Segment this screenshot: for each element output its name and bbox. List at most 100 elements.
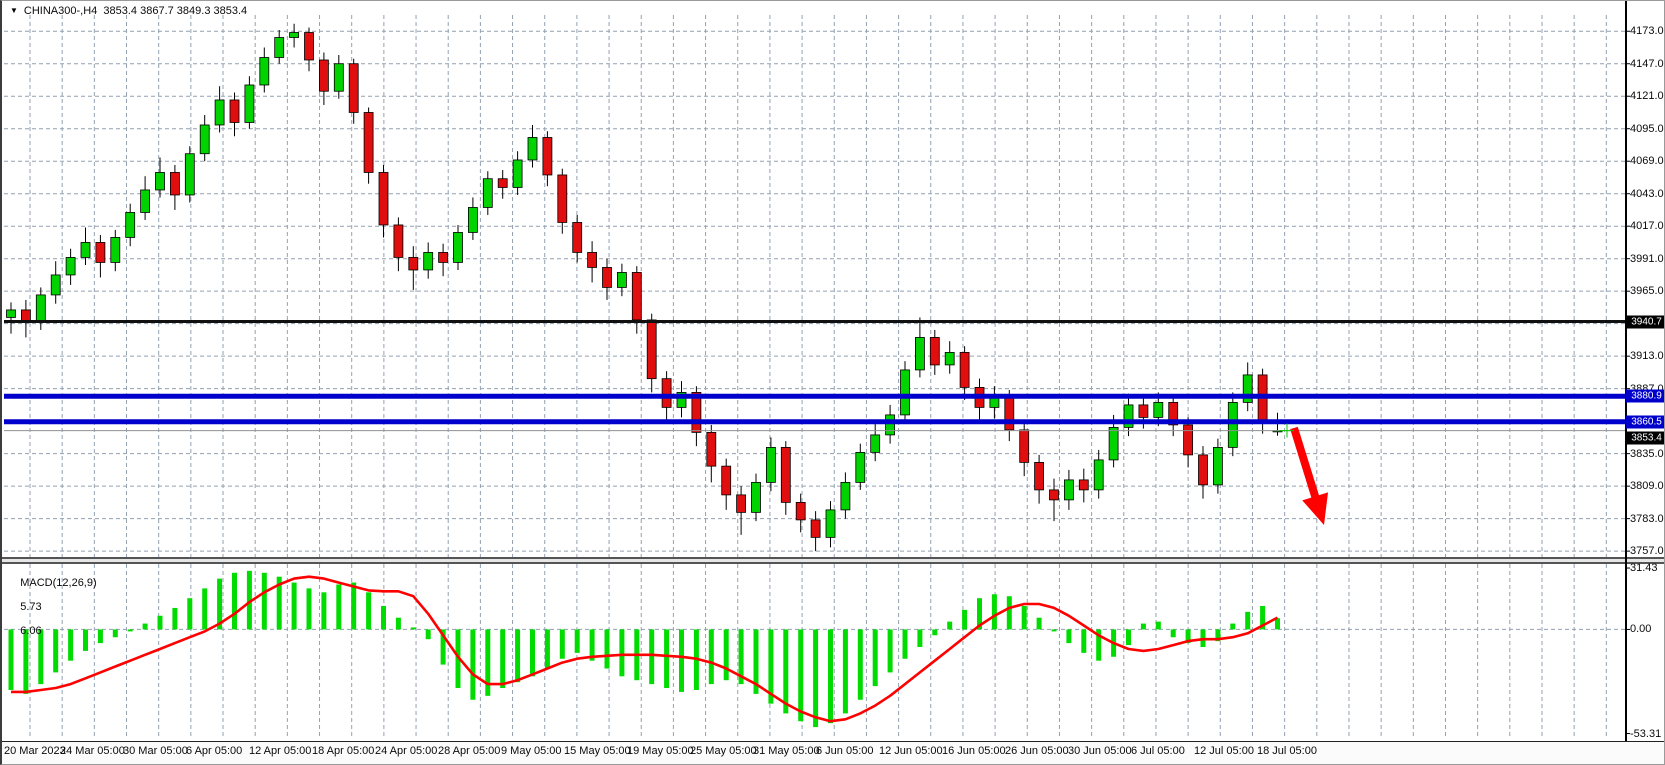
candle bbox=[185, 154, 194, 195]
macd-histogram-bar bbox=[1081, 629, 1086, 652]
macd-histogram-bar bbox=[858, 629, 863, 699]
candle bbox=[126, 212, 135, 237]
candle bbox=[36, 295, 45, 321]
time-axis-label: 12 Jun 05:00 bbox=[879, 745, 943, 757]
chart-canvas[interactable] bbox=[2, 1, 1665, 765]
candle bbox=[7, 310, 16, 317]
candle bbox=[498, 179, 507, 188]
macd-histogram-bar bbox=[545, 629, 550, 668]
macd-histogram-bar bbox=[366, 592, 371, 629]
price-level-badge: 3860.5 bbox=[1626, 415, 1665, 428]
candle bbox=[558, 175, 567, 222]
candle bbox=[990, 397, 999, 407]
candle bbox=[1184, 425, 1193, 455]
candle bbox=[200, 125, 209, 154]
time-axis-label: 9 May 05:00 bbox=[501, 745, 562, 757]
candle bbox=[573, 222, 582, 252]
macd-histogram-bar bbox=[426, 629, 431, 639]
candle bbox=[1109, 427, 1118, 459]
price-axis-label: 4173.0 bbox=[1630, 25, 1664, 37]
candlestick-series bbox=[7, 24, 1283, 551]
down-arrow-head bbox=[1302, 492, 1328, 525]
macd-histogram-bar bbox=[888, 629, 893, 672]
candle bbox=[841, 482, 850, 509]
time-axis-label: 31 May 05:00 bbox=[753, 745, 820, 757]
trading-chart-window[interactable]: ▼ CHINA300-,H4 3853.4 3867.7 3849.3 3853… bbox=[0, 0, 1665, 765]
candle bbox=[66, 257, 75, 274]
price-axis-label: 3991.0 bbox=[1630, 253, 1664, 265]
macd-series bbox=[9, 571, 1281, 727]
candle bbox=[1035, 462, 1044, 489]
candle bbox=[1079, 480, 1088, 490]
macd-histogram-bar bbox=[381, 606, 386, 629]
symbol-info-bar: ▼ CHINA300-,H4 3853.4 3867.7 3849.3 3853… bbox=[10, 4, 247, 17]
candle bbox=[901, 370, 910, 415]
macd-histogram-bar bbox=[798, 629, 803, 721]
macd-histogram-bar bbox=[158, 616, 163, 630]
candle bbox=[1020, 430, 1029, 462]
candle bbox=[409, 257, 418, 269]
candle bbox=[752, 482, 761, 512]
time-axis-label: 12 Apr 05:00 bbox=[249, 745, 311, 757]
price-axis-label: 4043.0 bbox=[1630, 188, 1664, 200]
down-arrow-annotation[interactable] bbox=[1294, 428, 1316, 500]
macd-histogram-bar bbox=[143, 624, 148, 630]
macd-histogram-bar bbox=[396, 618, 401, 630]
candle bbox=[290, 32, 299, 37]
candle bbox=[856, 452, 865, 482]
candle bbox=[424, 252, 433, 269]
candle bbox=[1213, 447, 1222, 484]
candle bbox=[21, 310, 30, 321]
chart-dropdown-arrow-icon[interactable]: ▼ bbox=[10, 6, 18, 15]
candle bbox=[364, 112, 373, 172]
macd-histogram-bar bbox=[321, 592, 326, 629]
price-axis-label: 4147.0 bbox=[1630, 58, 1664, 70]
macd-histogram-bar bbox=[336, 585, 341, 630]
macd-histogram-bar bbox=[1037, 618, 1042, 630]
candle bbox=[647, 320, 656, 379]
price-axis-label: 3835.0 bbox=[1630, 448, 1664, 460]
time-axis-label: 18 Jul 05:00 bbox=[1257, 745, 1317, 757]
time-axis-label: 20 Mar 2023 bbox=[4, 745, 66, 757]
macd-histogram-bar bbox=[575, 629, 580, 652]
macd-histogram-bar bbox=[605, 629, 610, 668]
macd-histogram-bar bbox=[515, 629, 520, 682]
time-axis-label: 18 Apr 05:00 bbox=[312, 745, 374, 757]
macd-axis-label: 31.43 bbox=[1630, 562, 1658, 574]
panel-splitter[interactable] bbox=[2, 557, 1665, 564]
macd-histogram-bar bbox=[1230, 624, 1235, 630]
candle bbox=[930, 337, 939, 364]
time-axis-label: 15 May 05:00 bbox=[564, 745, 631, 757]
macd-indicator-label: MACD(12,26,9) 5.73 6.06 bbox=[8, 565, 97, 649]
candle bbox=[826, 510, 835, 537]
candle bbox=[617, 272, 626, 287]
macd-histogram-bar bbox=[843, 629, 848, 713]
macd-histogram-bar bbox=[1022, 606, 1027, 629]
time-axis-label: 6 Apr 05:00 bbox=[186, 745, 242, 757]
macd-axis-label: -53.31 bbox=[1630, 728, 1661, 740]
macd-histogram-bar bbox=[262, 573, 267, 630]
time-axis-label: 19 May 05:00 bbox=[627, 745, 694, 757]
macd-signal-line bbox=[11, 577, 1278, 722]
candle bbox=[439, 252, 448, 262]
candle bbox=[886, 415, 895, 435]
price-axis-label: 3783.0 bbox=[1630, 513, 1664, 525]
macd-histogram-bar bbox=[187, 598, 192, 629]
candle bbox=[156, 172, 165, 189]
macd-axis-label: 0.00 bbox=[1630, 623, 1651, 635]
macd-histogram-bar bbox=[1126, 629, 1131, 645]
macd-histogram-bar bbox=[232, 573, 237, 630]
price-axis-label: 3913.0 bbox=[1630, 350, 1664, 362]
macd-histogram-bar bbox=[1156, 622, 1161, 630]
macd-histogram-bar bbox=[962, 610, 967, 630]
macd-histogram-bar bbox=[709, 629, 714, 684]
macd-histogram-bar bbox=[172, 608, 177, 629]
macd-histogram-bar bbox=[917, 629, 922, 647]
candle bbox=[275, 37, 284, 57]
macd-histogram-bar bbox=[992, 594, 997, 629]
time-axis-border bbox=[2, 741, 1665, 742]
candle bbox=[81, 242, 90, 257]
price-axis-border bbox=[1625, 1, 1627, 741]
time-axis-label: 26 Jun 05:00 bbox=[1005, 745, 1069, 757]
candle bbox=[528, 137, 537, 159]
